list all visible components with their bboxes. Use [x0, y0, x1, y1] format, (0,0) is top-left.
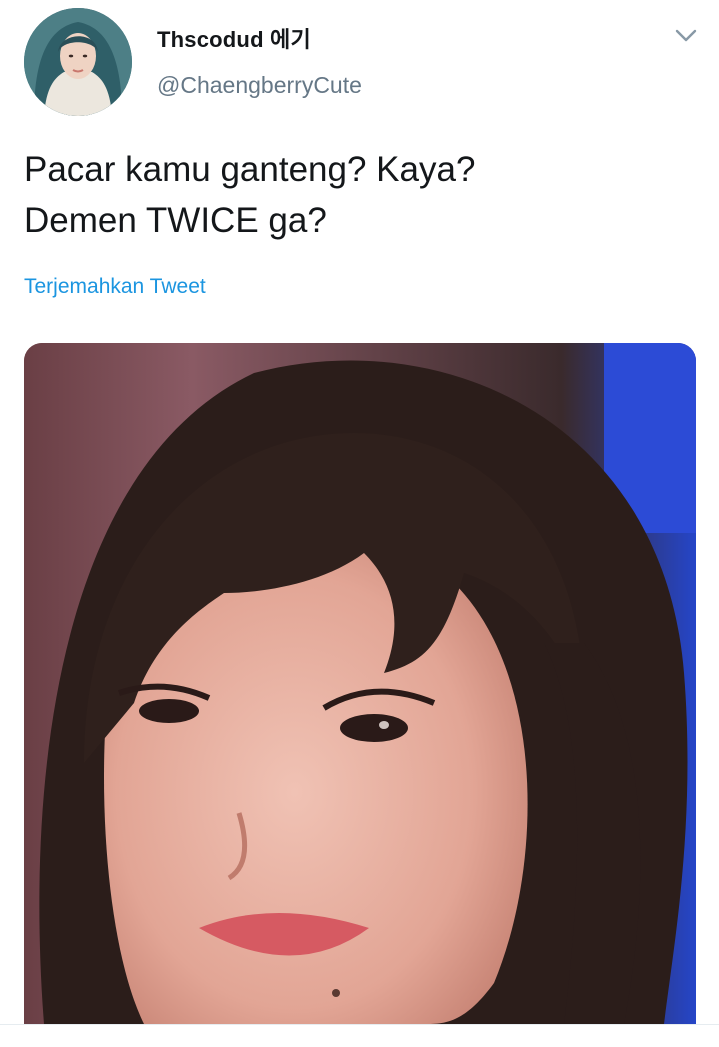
- tweet-card: Thscodud 에기 @ChaengberryCute Pacar kamu …: [0, 0, 719, 1047]
- translate-tweet-link[interactable]: Terjemahkan Tweet: [24, 275, 206, 299]
- photo-image: [24, 343, 696, 1024]
- tweet-media-photo[interactable]: [24, 343, 696, 1024]
- tweet-text: Pacar kamu ganteng? Kaya? Demen TWICE ga…: [24, 144, 694, 246]
- avatar[interactable]: [24, 8, 132, 116]
- divider: [0, 1024, 719, 1025]
- avatar-image: [24, 8, 132, 116]
- tweet-text-line-1: Pacar kamu ganteng? Kaya?: [24, 150, 476, 189]
- user-handle[interactable]: @ChaengberryCute: [157, 72, 362, 99]
- tweet-text-line-2: Demen TWICE ga?: [24, 201, 327, 240]
- chevron-down-icon[interactable]: [674, 26, 698, 46]
- display-name[interactable]: Thscodud 에기: [157, 22, 311, 54]
